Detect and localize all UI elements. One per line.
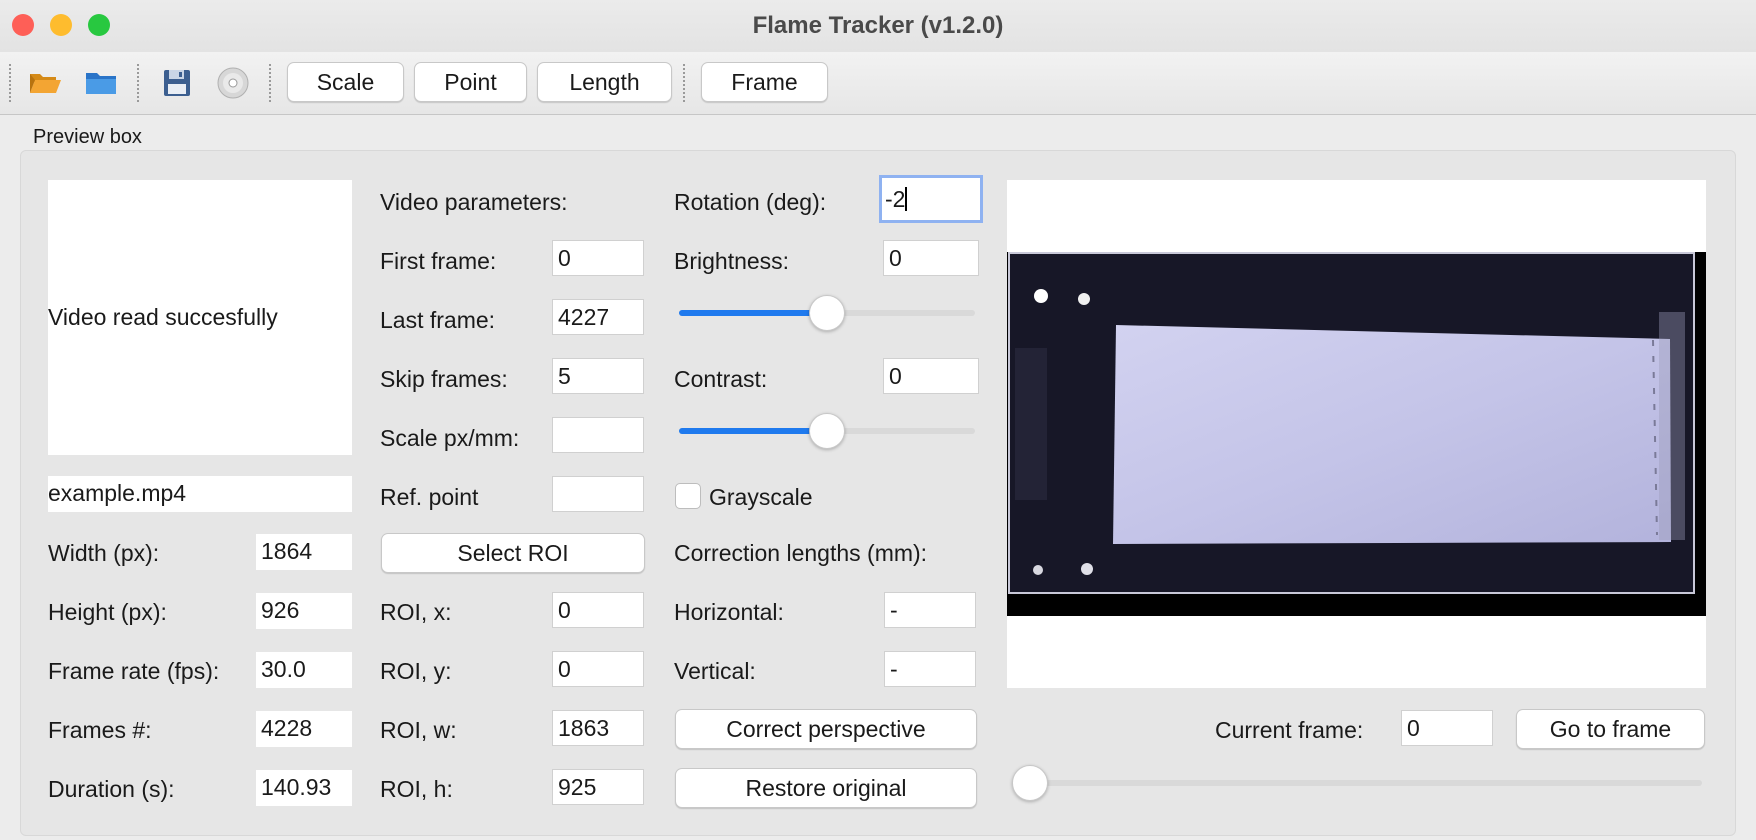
duration-value: 140.93 xyxy=(256,770,352,806)
frame-rate-value: 30.0 xyxy=(256,652,352,688)
slider-track xyxy=(1012,780,1702,786)
correction-lengths-header: Correction lengths (mm): xyxy=(674,540,928,566)
rotation-value: -2 xyxy=(885,186,906,212)
horizontal-label: Horizontal: xyxy=(674,599,784,625)
frames-count-value: 4228 xyxy=(256,711,352,747)
first-frame-input[interactable]: 0 xyxy=(552,240,644,276)
go-to-frame-button[interactable]: Go to frame xyxy=(1516,709,1705,749)
frame-button[interactable]: Frame xyxy=(701,62,828,102)
toolbar: Scale Point Length Frame xyxy=(0,52,1756,115)
last-frame-label: Last frame: xyxy=(380,307,496,333)
toolbar-separator xyxy=(683,64,685,102)
height-label: Height (px): xyxy=(48,599,167,625)
roi-x-label: ROI, x: xyxy=(380,599,452,625)
length-button[interactable]: Length xyxy=(537,62,672,102)
frame-rate-label: Frame rate (fps): xyxy=(48,658,220,684)
select-roi-button[interactable]: Select ROI xyxy=(381,533,645,573)
contrast-label: Contrast: xyxy=(674,366,768,392)
skip-frames-input[interactable]: 5 xyxy=(552,358,644,394)
contrast-input[interactable]: 0 xyxy=(883,358,979,394)
window-title: Flame Tracker (v1.2.0) xyxy=(752,12,1004,39)
filename-field: example.mp4 xyxy=(48,476,352,512)
ref-point-input[interactable] xyxy=(552,476,644,512)
video-parameters-header: Video parameters: xyxy=(380,189,568,215)
open-folder-icon[interactable] xyxy=(28,66,62,100)
slider-fill xyxy=(679,310,827,316)
roi-w-label: ROI, w: xyxy=(380,717,457,743)
preview-box-label: Preview box xyxy=(33,126,142,148)
horizontal-input[interactable]: - xyxy=(884,592,976,628)
slider-handle[interactable] xyxy=(809,295,845,331)
video-frame-image xyxy=(1007,252,1706,616)
brightness-slider[interactable] xyxy=(679,295,975,331)
disc-icon[interactable] xyxy=(216,66,250,100)
grayscale-checkbox[interactable] xyxy=(675,483,701,509)
roi-h-label: ROI, h: xyxy=(380,776,453,802)
roi-w-input[interactable]: 1863 xyxy=(552,710,644,746)
skip-frames-label: Skip frames: xyxy=(380,366,508,392)
vertical-input[interactable]: - xyxy=(884,651,976,687)
grayscale-label: Grayscale xyxy=(709,484,813,510)
scale-input[interactable] xyxy=(552,417,644,453)
contrast-slider[interactable] xyxy=(679,413,975,449)
status-text: Video read succesfully xyxy=(48,304,278,330)
slider-fill xyxy=(679,428,827,434)
width-label: Width (px): xyxy=(48,540,160,566)
brightness-label: Brightness: xyxy=(674,248,790,274)
roi-y-input[interactable]: 0 xyxy=(552,651,644,687)
save-icon[interactable] xyxy=(160,66,194,100)
last-frame-input[interactable]: 4227 xyxy=(552,299,644,335)
duration-label: Duration (s): xyxy=(48,776,175,802)
slider-handle[interactable] xyxy=(809,413,845,449)
point-button[interactable]: Point xyxy=(414,62,527,102)
height-value: 926 xyxy=(256,593,352,629)
title-bar: Flame Tracker (v1.2.0) xyxy=(0,0,1756,52)
roi-x-input[interactable]: 0 xyxy=(552,592,644,628)
restore-original-button[interactable]: Restore original xyxy=(675,768,977,808)
toolbar-grip[interactable] xyxy=(9,64,11,102)
vertical-label: Vertical: xyxy=(674,658,756,684)
roi-h-input[interactable]: 925 xyxy=(552,769,644,805)
rotation-label: Rotation (deg): xyxy=(674,189,827,215)
video-preview xyxy=(1007,180,1706,688)
rotation-input[interactable]: -2 xyxy=(879,175,983,223)
folder-icon[interactable] xyxy=(84,66,118,100)
frames-count-label: Frames #: xyxy=(48,717,152,743)
roi-y-label: ROI, y: xyxy=(380,658,452,684)
toolbar-separator xyxy=(269,64,271,102)
slider-handle[interactable] xyxy=(1012,765,1048,801)
brightness-input[interactable]: 0 xyxy=(883,240,979,276)
ref-point-label: Ref. point xyxy=(380,484,479,510)
current-frame-input[interactable]: 0 xyxy=(1401,710,1493,746)
status-panel: Video read succesfully xyxy=(48,180,352,455)
text-caret xyxy=(905,187,907,211)
current-frame-label: Current frame: xyxy=(1215,717,1364,743)
frame-slider[interactable] xyxy=(1012,765,1702,801)
width-value: 1864 xyxy=(256,534,352,570)
toolbar-separator xyxy=(137,64,139,102)
first-frame-label: First frame: xyxy=(380,248,497,274)
scale-button[interactable]: Scale xyxy=(287,62,404,102)
scale-label: Scale px/mm: xyxy=(380,425,520,451)
correct-perspective-button[interactable]: Correct perspective xyxy=(675,709,977,749)
